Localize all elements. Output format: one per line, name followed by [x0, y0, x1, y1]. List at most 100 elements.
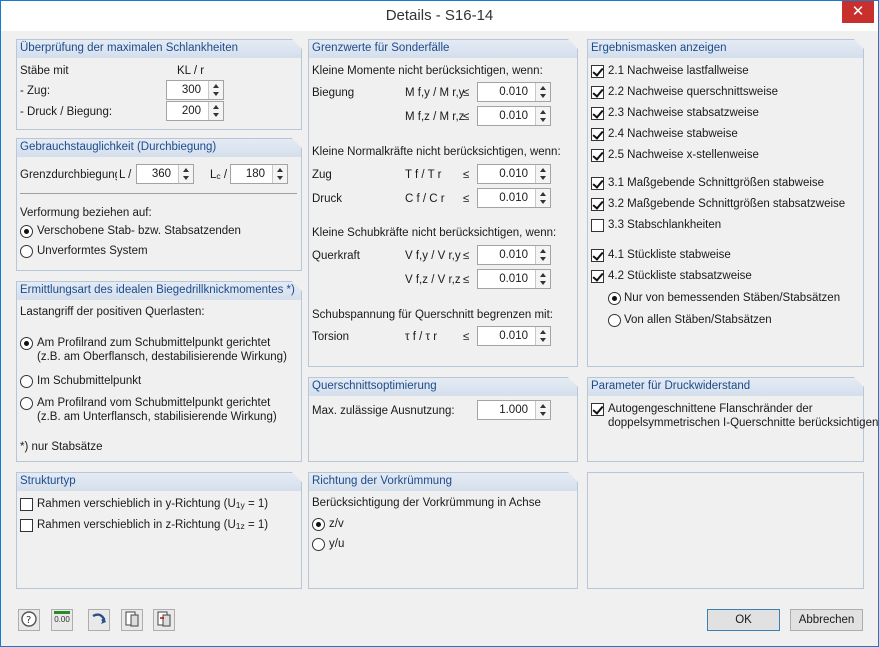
- result-checkbox-3-3[interactable]: [591, 219, 604, 232]
- result-checkbox-2-4[interactable]: [591, 128, 604, 141]
- spin-arrows[interactable]: [535, 327, 550, 345]
- sway-y-checkbox[interactable]: [20, 498, 33, 511]
- result-checkbox-2-5[interactable]: [591, 149, 604, 162]
- spin-arrows[interactable]: [178, 165, 193, 183]
- vz-limit-input[interactable]: 0.010: [477, 269, 551, 289]
- yu-label[interactable]: y/u: [329, 538, 344, 550]
- structure-header: Strukturtyp: [20, 475, 76, 487]
- shear-stress-label: Schubspannung für Querschnitt begrenzen …: [312, 309, 554, 321]
- ltb-option3-line1[interactable]: Am Profilrand vom Schubmittelpunkt geric…: [37, 397, 270, 409]
- result-label-3-1[interactable]: 3.1 Maßgebende Schnittgrößen stabweise: [608, 177, 824, 189]
- result-checkbox-2-2[interactable]: [591, 86, 604, 99]
- result-label-3-2[interactable]: 3.2 Maßgebende Schnittgrößen stabsatzwei…: [608, 198, 845, 210]
- tau-limit-input[interactable]: 0.010: [477, 326, 551, 346]
- all-members-label[interactable]: Von allen Stäben/Stabsätzen: [624, 314, 772, 326]
- leq-sign: ≤: [463, 331, 470, 343]
- spin-arrows[interactable]: [208, 81, 223, 99]
- all-members-radio[interactable]: [608, 314, 621, 327]
- result-checkbox-3-2[interactable]: [591, 198, 604, 211]
- reset-button[interactable]: [88, 609, 110, 631]
- max-utilization-input[interactable]: 1.000: [477, 400, 551, 420]
- designed-only-label[interactable]: Nur von bemessenden Stäben/Stabsätzen: [624, 292, 840, 304]
- spin-arrows[interactable]: [535, 401, 550, 419]
- result-label-2-5[interactable]: 2.5 Nachweise x-stellenweise: [608, 149, 759, 161]
- mz-limit-input[interactable]: 0.010: [477, 106, 551, 126]
- flame-cut-checkbox[interactable]: [591, 403, 604, 416]
- spin-arrows[interactable]: [535, 83, 550, 101]
- flame-cut-line1[interactable]: Autogengeschnittene Flanschränder der: [608, 403, 813, 415]
- help-button[interactable]: ?: [18, 609, 40, 631]
- sway-z-checkbox[interactable]: [20, 519, 33, 532]
- compression-params-panel: Parameter für Druckwiderstand Autogenges…: [587, 377, 878, 462]
- leq-sign: ≤: [463, 111, 470, 123]
- leq-sign: ≤: [463, 250, 470, 262]
- small-moments-label: Kleine Momente nicht berücksichtigen, we…: [312, 65, 543, 77]
- ok-button[interactable]: OK: [707, 609, 780, 631]
- spin-arrows[interactable]: [535, 270, 550, 288]
- tension-slenderness-input[interactable]: 300: [166, 80, 224, 100]
- limits-panel: Grenzwerte für Sonderfälle Kleine Moment…: [308, 39, 578, 367]
- compression-label: Druck: [312, 193, 343, 205]
- result-label-2-3[interactable]: 2.3 Nachweise stabsatzweise: [608, 107, 759, 119]
- result-checkbox-2-3[interactable]: [591, 107, 604, 120]
- spin-arrows[interactable]: [208, 102, 223, 120]
- zv-label[interactable]: z/v: [329, 518, 344, 530]
- deflection-l-input[interactable]: 360: [136, 164, 194, 184]
- result-label-4-1[interactable]: 4.1 Stückliste stabweise: [608, 249, 731, 261]
- sway-y-label[interactable]: Rahmen verschieblich in y-Richtung (U1y …: [37, 498, 268, 510]
- export-button[interactable]: [153, 609, 175, 631]
- spin-arrows[interactable]: [272, 165, 287, 183]
- sway-z-label[interactable]: Rahmen verschieblich in z-Richtung (U1z …: [37, 519, 268, 531]
- my-limit-input[interactable]: 0.010: [477, 82, 551, 102]
- ltb-option3-radio[interactable]: [20, 397, 33, 410]
- deformed-radio[interactable]: [20, 225, 33, 238]
- ltb-option3-line2: (z.B. am Unterflansch, stabilisierende W…: [37, 411, 277, 423]
- designed-only-radio[interactable]: [608, 292, 621, 305]
- result-label-2-1[interactable]: 2.1 Nachweise lastfallweise: [608, 65, 749, 77]
- deformed-option-label[interactable]: Verschobene Stab- bzw. Stabsatzenden: [37, 225, 241, 237]
- spin-arrows[interactable]: [535, 246, 550, 264]
- ltb-option2-radio[interactable]: [20, 375, 33, 388]
- result-checkbox-2-1[interactable]: [591, 65, 604, 78]
- tf-limit-input[interactable]: 0.010: [477, 164, 551, 184]
- ltb-option1-line1[interactable]: Am Profilrand zum Schubmittelpunkt geric…: [37, 337, 270, 349]
- vz-formula: V f,z / V r,z: [405, 274, 461, 286]
- optimization-header: Querschnittsoptimierung: [312, 380, 437, 392]
- result-label-2-2[interactable]: 2.2 Nachweise querschnittsweise: [608, 86, 778, 98]
- close-button[interactable]: ✕: [842, 1, 874, 23]
- result-checkbox-4-2[interactable]: [591, 270, 604, 283]
- load-application-label: Lastangriff der positiven Querlasten:: [20, 306, 205, 318]
- vy-limit-input[interactable]: 0.010: [477, 245, 551, 265]
- bending-label: Biegung: [312, 87, 355, 99]
- tension-label: - Zug:: [20, 85, 51, 97]
- spin-arrows[interactable]: [535, 107, 550, 125]
- result-checkbox-3-1[interactable]: [591, 177, 604, 190]
- undeformed-radio[interactable]: [20, 245, 33, 258]
- compression-slenderness-input[interactable]: 200: [166, 101, 224, 121]
- ltb-header: Ermittlungsart des idealen Biegedrillkni…: [20, 284, 295, 296]
- deflection-lc-input[interactable]: 180: [230, 164, 288, 184]
- undeformed-option-label[interactable]: Unverformtes System: [37, 245, 148, 257]
- mz-formula: M f,z / M r,z: [405, 111, 465, 123]
- zv-radio[interactable]: [312, 518, 325, 531]
- cancel-button[interactable]: Abbrechen: [790, 609, 863, 631]
- decimals-button[interactable]: 0.00: [51, 609, 73, 631]
- import-button[interactable]: [121, 609, 143, 631]
- title-bar: Details - S16-14 ✕: [1, 1, 878, 31]
- ltb-option1-radio[interactable]: [20, 337, 33, 350]
- ltb-option2-label[interactable]: Im Schubmittelpunkt: [37, 375, 141, 387]
- yu-radio[interactable]: [312, 538, 325, 551]
- cf-formula: C f / C r: [405, 193, 445, 205]
- result-label-4-2[interactable]: 4.2 Stückliste stabsatzweise: [608, 270, 752, 282]
- result-checkbox-4-1[interactable]: [591, 249, 604, 262]
- cf-limit-input[interactable]: 0.010: [477, 188, 551, 208]
- spin-arrows[interactable]: [535, 165, 550, 183]
- flame-cut-line2: doppelsymmetrischen I-Querschnitte berüc…: [608, 417, 879, 429]
- result-label-2-4[interactable]: 2.4 Nachweise stabweise: [608, 128, 738, 140]
- kl-r-label: KL / r: [177, 65, 205, 77]
- torsion-label: Torsion: [312, 331, 350, 343]
- result-label-3-3[interactable]: 3.3 Stabschlankheiten: [608, 219, 721, 231]
- my-formula: M f,y / M r,y: [405, 87, 465, 99]
- precamber-header: Richtung der Vorkrümmung: [312, 475, 452, 487]
- spin-arrows[interactable]: [535, 189, 550, 207]
